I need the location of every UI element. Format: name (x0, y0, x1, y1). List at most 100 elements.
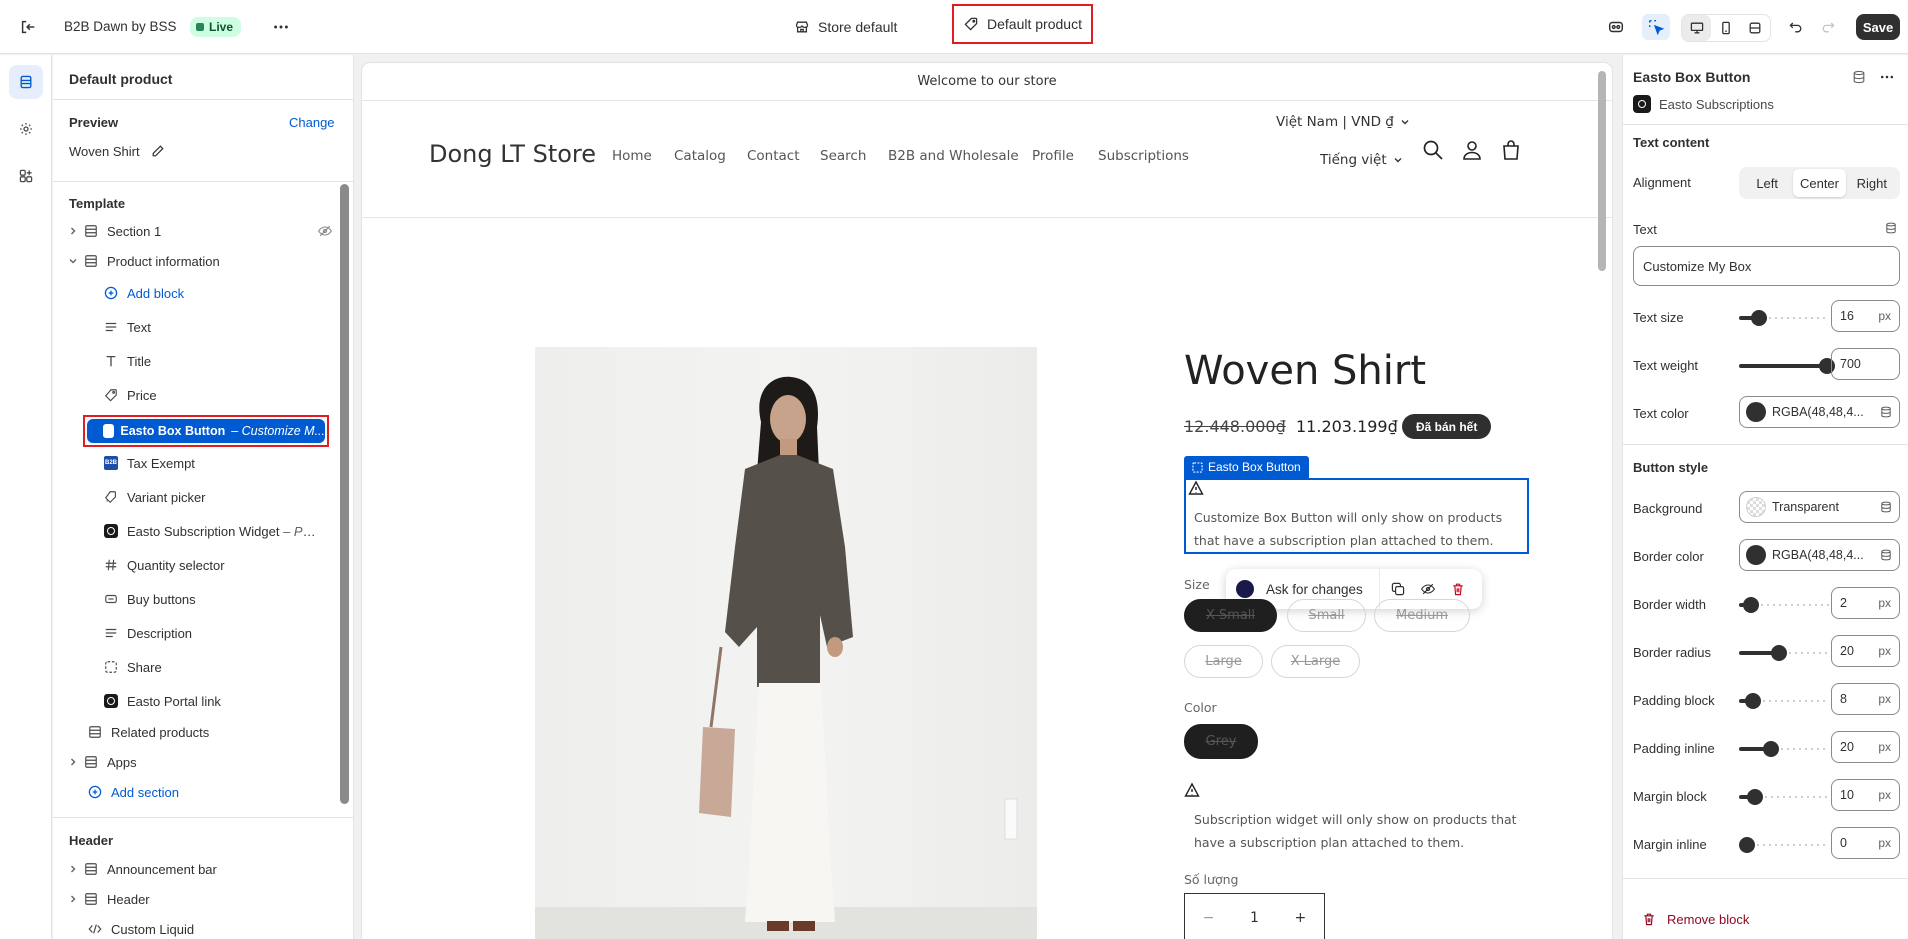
slider-handle[interactable] (1743, 597, 1759, 613)
border-width-slider[interactable] (1739, 597, 1829, 613)
database-icon[interactable] (1879, 548, 1893, 562)
slider-handle[interactable] (1763, 741, 1779, 757)
store-selector[interactable]: Store default (794, 14, 897, 40)
chevron-right-icon[interactable] (65, 894, 81, 904)
fullscreen-icon[interactable] (1741, 15, 1770, 41)
tree-related-products[interactable]: Related products (85, 719, 353, 745)
text-weight-slider[interactable] (1739, 358, 1835, 374)
chevron-right-icon[interactable] (65, 757, 81, 767)
slider-handle[interactable] (1751, 310, 1767, 326)
redo-icon[interactable] (1814, 14, 1842, 40)
tree-announcement-bar[interactable]: Announcement bar (65, 856, 345, 882)
nav-link-home[interactable]: Home (612, 148, 652, 164)
tree-block-buy-buttons[interactable]: Buy buttons (101, 586, 353, 612)
padding-inline-slider[interactable] (1739, 741, 1829, 757)
database-icon[interactable] (1851, 69, 1867, 85)
slider-handle[interactable] (1745, 693, 1761, 709)
slider-handle[interactable] (1747, 789, 1763, 805)
add-section-button[interactable]: Add section (85, 779, 353, 805)
tree-block-easto-widget[interactable]: Easto Subscription Widget – Pur... (101, 518, 353, 544)
undo-icon[interactable] (1782, 14, 1810, 40)
eye-hidden-icon[interactable] (317, 223, 333, 239)
align-center-option[interactable]: Center (1793, 169, 1846, 197)
tree-section-1[interactable]: Section 1 (65, 218, 345, 244)
nav-link-catalog[interactable]: Catalog (674, 148, 726, 164)
tree-product-information[interactable]: Product information (65, 248, 345, 274)
store-logo[interactable]: Dong LT Store (429, 140, 596, 168)
sections-icon[interactable] (9, 65, 43, 99)
save-button[interactable]: Save (1856, 14, 1900, 40)
desktop-icon[interactable] (1682, 15, 1712, 41)
border-color-picker[interactable]: RGBA(48,48,4... (1739, 539, 1900, 571)
text-weight-input[interactable]: 700 (1831, 348, 1900, 380)
text-size-slider[interactable] (1739, 310, 1829, 326)
preview-value[interactable]: Woven Shirt (69, 143, 166, 159)
tree-custom-liquid[interactable]: Custom Liquid (85, 916, 353, 939)
nav-link-contact[interactable]: Contact (747, 148, 800, 164)
tree-header[interactable]: Header (65, 886, 345, 912)
size-option[interactable]: Medium (1374, 599, 1470, 632)
background-color-picker[interactable]: Transparent (1739, 491, 1900, 523)
tree-block-description[interactable]: Description (101, 620, 353, 646)
nav-link-b2b[interactable]: B2B and Wholesale (888, 148, 1019, 164)
duplicate-icon[interactable] (1390, 581, 1406, 597)
add-block-button[interactable]: Add block (101, 280, 353, 306)
ask-for-changes-button[interactable]: Ask for changes (1266, 582, 1363, 597)
tree-block-title[interactable]: Title (101, 348, 353, 374)
size-option[interactable]: Large (1184, 645, 1263, 678)
quantity-increase-button[interactable]: + (1294, 910, 1306, 926)
margin-block-input[interactable]: 10 px (1831, 779, 1900, 811)
selected-block-tag[interactable]: Easto Box Button (1184, 456, 1309, 478)
chevron-down-icon[interactable] (65, 256, 81, 266)
more-icon[interactable] (267, 14, 295, 40)
slider-handle[interactable] (1739, 837, 1755, 853)
language-selector[interactable]: Tiếng việt (1320, 152, 1403, 168)
border-radius-input[interactable]: 20 px (1831, 635, 1900, 667)
apps-icon[interactable] (9, 159, 43, 193)
nav-link-subscriptions[interactable]: Subscriptions (1098, 148, 1189, 164)
tree-apps[interactable]: Apps (65, 749, 345, 775)
align-right-option[interactable]: Right (1846, 169, 1898, 197)
remove-block-button[interactable]: Remove block (1641, 911, 1749, 927)
margin-inline-slider[interactable] (1739, 837, 1829, 853)
quantity-decrease-button[interactable]: − (1203, 910, 1215, 926)
padding-block-slider[interactable] (1739, 693, 1829, 709)
align-left-option[interactable]: Left (1741, 169, 1793, 197)
cart-icon[interactable] (1500, 139, 1522, 161)
nav-link-search[interactable]: Search (820, 148, 866, 164)
size-option[interactable]: Small (1287, 599, 1366, 632)
settings-gear-icon[interactable] (9, 112, 43, 146)
account-icon[interactable] (1461, 139, 1483, 161)
exit-icon[interactable] (14, 14, 42, 40)
text-color-picker[interactable]: RGBA(48,48,4... (1739, 396, 1900, 428)
tree-block-price[interactable]: Price (101, 382, 353, 408)
border-radius-slider[interactable] (1739, 645, 1829, 661)
chevron-right-icon[interactable] (65, 226, 81, 236)
change-preview-link[interactable]: Change (289, 115, 335, 130)
preview-scrollbar[interactable] (1598, 71, 1606, 271)
mobile-icon[interactable] (1711, 15, 1740, 41)
text-size-input[interactable]: 16 px (1831, 300, 1900, 332)
padding-block-input[interactable]: 8 px (1831, 683, 1900, 715)
slider-handle[interactable] (1771, 645, 1787, 661)
margin-block-slider[interactable] (1739, 789, 1829, 805)
panel-scrollbar[interactable] (340, 184, 349, 804)
more-icon[interactable] (1879, 69, 1895, 85)
tree-block-quantity-selector[interactable]: Quantity selector (101, 552, 353, 578)
database-icon[interactable] (1884, 221, 1898, 235)
search-icon[interactable] (1422, 139, 1444, 161)
button-text-input[interactable]: Customize My Box (1633, 246, 1900, 286)
tree-block-easto-portal[interactable]: Easto Portal link (101, 688, 353, 714)
database-icon[interactable] (1879, 405, 1893, 419)
color-option[interactable]: Grey (1184, 724, 1258, 759)
inspector-icon[interactable] (1602, 14, 1630, 40)
tree-block-variant-picker[interactable]: Variant picker (101, 484, 353, 510)
database-icon[interactable] (1879, 500, 1893, 514)
tree-block-text[interactable]: Text (101, 314, 353, 340)
size-option[interactable]: X-Large (1271, 645, 1360, 678)
tree-block-tax-exempt[interactable]: B2B Tax Exempt (101, 450, 353, 476)
currency-selector[interactable]: Việt Nam | VND ₫ (1276, 114, 1410, 130)
chevron-right-icon[interactable] (65, 864, 81, 874)
size-option[interactable]: X-Small (1184, 599, 1277, 632)
quantity-value[interactable]: 1 (1250, 910, 1259, 926)
